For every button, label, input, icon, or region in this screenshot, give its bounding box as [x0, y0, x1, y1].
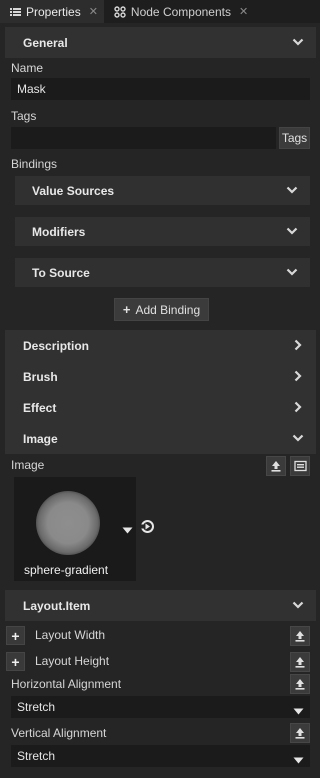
name-label: Name — [11, 61, 44, 75]
section-general-title: General — [23, 35, 68, 50]
horizontal-alignment-value: Stretch — [17, 700, 56, 714]
section-layout-item-title: Layout.Item — [23, 598, 91, 613]
section-description-title: Description — [23, 338, 90, 353]
vertical-alignment-value: Stretch — [17, 749, 56, 763]
caret-down-icon — [293, 753, 304, 767]
section-effect-title: Effect — [23, 400, 57, 415]
plus-icon: + — [122, 302, 131, 317]
section-description-header[interactable]: Description — [5, 330, 316, 361]
to-source-header[interactable]: To Source — [15, 258, 310, 287]
upload-icon[interactable] — [266, 456, 286, 476]
chevron-down-icon — [286, 266, 298, 281]
image-label: Image — [11, 458, 45, 472]
reset-icon[interactable] — [140, 519, 155, 537]
horizontal-alignment-select[interactable]: Stretch — [11, 696, 310, 718]
section-brush-title: Brush — [23, 369, 58, 384]
value-sources-title: Value Sources — [32, 183, 115, 198]
add-layout-height-button[interactable]: + — [6, 652, 25, 671]
chevron-down-icon — [286, 225, 298, 240]
chevron-right-icon — [292, 401, 304, 416]
node-components-icon — [114, 5, 126, 18]
close-icon[interactable]: ✕ — [239, 5, 248, 18]
tab-node-components-label: Node Components — [130, 4, 231, 19]
image-asset-name: sphere-gradient — [24, 563, 109, 577]
caret-down-icon[interactable] — [122, 523, 133, 537]
chevron-right-icon — [292, 339, 304, 354]
sphere-gradient-preview — [36, 491, 100, 555]
tags-button[interactable]: Tags — [279, 127, 310, 149]
chevron-down-icon — [292, 36, 304, 51]
bindings-label: Bindings — [11, 157, 58, 171]
tab-bar: Properties ✕ Node Components ✕ — [0, 0, 320, 23]
to-source-title: To Source — [32, 265, 90, 280]
chevron-down-icon — [286, 184, 298, 199]
chevron-down-icon — [292, 432, 304, 447]
section-general-header[interactable]: General — [5, 27, 316, 58]
vertical-alignment-select[interactable]: Stretch — [11, 745, 310, 767]
image-browse-icon[interactable] — [290, 456, 310, 476]
upload-icon[interactable] — [290, 723, 310, 743]
image-thumbnail[interactable]: sphere-gradient — [14, 477, 136, 581]
upload-icon[interactable] — [290, 652, 310, 672]
add-binding-label: Add Binding — [135, 302, 201, 317]
list-icon — [10, 7, 21, 17]
vertical-alignment-label: Vertical Alignment — [11, 726, 107, 740]
section-effect-header[interactable]: Effect — [5, 392, 316, 423]
section-layout-item-header[interactable]: Layout.Item — [5, 590, 316, 621]
layout-height-label: Layout Height — [35, 654, 110, 668]
horizontal-alignment-label: Horizontal Alignment — [11, 677, 122, 691]
tab-properties[interactable]: Properties ✕ — [0, 0, 104, 23]
section-image-title: Image — [23, 431, 58, 446]
tab-node-components[interactable]: Node Components ✕ — [104, 0, 254, 23]
layout-width-label: Layout Width — [35, 628, 106, 642]
tags-field[interactable] — [11, 127, 276, 149]
caret-down-icon — [293, 704, 304, 718]
upload-icon[interactable] — [290, 674, 310, 694]
modifiers-header[interactable]: Modifiers — [15, 217, 310, 246]
tab-properties-label: Properties — [26, 4, 81, 19]
value-sources-header[interactable]: Value Sources — [15, 176, 310, 205]
add-layout-width-button[interactable]: + — [6, 626, 25, 645]
chevron-down-icon — [292, 599, 304, 614]
upload-icon[interactable] — [290, 626, 310, 646]
section-brush-header[interactable]: Brush — [5, 361, 316, 392]
section-image-header[interactable]: Image — [5, 423, 316, 454]
tags-label: Tags — [11, 109, 37, 123]
add-binding-button[interactable]: + Add Binding — [114, 298, 209, 321]
chevron-right-icon — [292, 370, 304, 385]
close-icon[interactable]: ✕ — [89, 5, 98, 18]
modifiers-title: Modifiers — [32, 224, 86, 239]
name-field[interactable]: Mask — [11, 78, 310, 100]
